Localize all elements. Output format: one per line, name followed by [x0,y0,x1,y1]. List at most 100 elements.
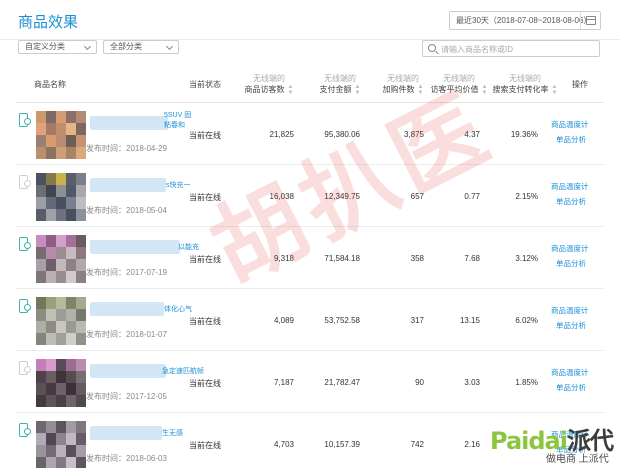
cart-value: 358 [410,254,424,263]
col-note: 无线端的 [324,74,356,83]
col-conversion[interactable]: 无线端的 搜索支付转化率 ▲ ▼ [492,74,558,96]
product-thumbnail[interactable] [36,359,86,407]
cart-value: 3,875 [403,130,424,139]
col-cart[interactable]: 无线端的 加购件数 ▲ ▼ [376,74,430,96]
col-avg-value[interactable]: 无线端的 访客平均价值 ▲ ▼ [426,74,492,96]
custom-category-value: 自定义分类 [25,42,65,51]
analysis-link[interactable]: 单品分析 [556,258,586,269]
payment-value: 95,380.06 [324,130,360,139]
col-note: 无线端的 [509,74,541,83]
all-category-value: 全部分类 [110,42,142,51]
search-input[interactable] [441,42,593,56]
product-title-redacted [90,116,168,130]
calendar-button[interactable] [580,12,600,29]
thermometer-link[interactable]: 商品温度计 [551,367,589,378]
filter-bar: 自定义分类 全部分类 [0,40,620,66]
product-thumbnail[interactable] [36,111,86,159]
thermometer-link[interactable]: 商品温度计 [551,119,589,130]
product-thumbnail[interactable] [36,235,86,283]
status-text: 当前在线 [189,379,221,388]
publish-date: 发布时间：2018-04-29 [86,144,167,153]
mobile-icon [19,113,31,127]
col-operations: 操作 [572,80,588,89]
status-text: 当前在线 [189,317,221,326]
conversion-value: 2.15% [515,192,538,201]
date-range-label: 最近30天（2018-07-08~2018-08-06） [456,16,592,25]
visitors-value: 21,825 [269,130,294,139]
publish-date: 发布时间：2017-12-05 [86,392,167,401]
analysis-link[interactable]: 单品分析 [556,444,586,455]
thermometer-link[interactable]: 商品温度计 [551,429,589,440]
table-row: 生无感 发布时间：2018-06-03 当前在线 4,703 10,157.39… [16,413,604,468]
table-header: 商品名称 当前状态 无线端的 商品访客数 ▲ ▼ 无线端的 支付金额 ▲ ▼ 无线端的 … [16,66,604,103]
visitors-value: 4,703 [273,440,294,449]
sort-icon: ▲ ▼ [481,84,488,96]
payment-value: 71,584.18 [324,254,360,263]
mobile-icon [19,423,31,437]
thermometer-link[interactable]: 商品温度计 [551,305,589,316]
product-title-redacted [90,178,166,192]
mobile-icon [19,361,31,375]
search-icon [428,44,436,52]
avg-value: 3.03 [464,378,480,387]
col-payment[interactable]: 无线端的 支付金额 ▲ ▼ [310,74,370,96]
date-range-picker[interactable]: 最近30天（2018-07-08~2018-08-06） [449,11,601,30]
cart-value: 742 [410,440,424,449]
custom-category-select[interactable]: 自定义分类 [18,40,97,54]
visitors-value: 4,089 [273,316,294,325]
product-title-redacted [90,426,162,440]
col-note: 无线端的 [443,74,475,83]
product-title-redacted [90,364,166,378]
cart-value: 657 [410,192,424,201]
avg-value: 0.77 [464,192,480,201]
conversion-value: 1.85% [515,378,538,387]
product-thumbnail[interactable] [36,173,86,221]
conversion-value: 19.36% [510,130,538,139]
visitors-value: 7,187 [273,378,294,387]
analysis-link[interactable]: 单品分析 [556,382,586,393]
analysis-link[interactable]: 单品分析 [556,320,586,331]
sort-icon: ▲ ▼ [551,84,558,96]
all-category-select[interactable]: 全部分类 [103,40,179,54]
publish-date: 发布时间：2018-05-04 [86,206,167,215]
product-title-link[interactable]: 体化心气 [164,305,192,315]
publish-date: 发布时间：2018-06-03 [86,454,167,463]
thermometer-link[interactable]: 商品温度计 [551,181,589,192]
conversion-value: 6.02% [515,316,538,325]
product-title-link[interactable]: 生无感 [162,429,183,439]
mobile-icon [19,299,31,313]
chevron-down-icon [165,42,174,51]
col-visitors[interactable]: 无线端的 商品访客数 ▲ ▼ [239,74,299,96]
page-header: 商品效果 最近30天（2018-07-08~2018-08-06） [0,0,620,40]
status-text: 当前在线 [189,255,221,264]
payment-value: 12,349.75 [324,192,360,201]
table-row: 急定速匹航帧 发布时间：2017-12-05 当前在线 7,187 21,782… [16,351,604,413]
mobile-icon [19,175,31,189]
status-text: 当前在线 [189,441,221,450]
calendar-icon [586,16,596,25]
avg-value: 13.15 [459,316,480,325]
table-row: 以能充 发布时间：2017-07-19 当前在线 9,318 71,584.18… [16,227,604,289]
cart-value: 90 [415,378,424,387]
analysis-link[interactable]: 单品分析 [556,134,586,145]
product-title-link[interactable]: 以能充 [178,243,199,253]
sort-icon: ▲ ▼ [417,84,424,96]
product-thumbnail[interactable] [36,297,86,345]
avg-value: 4.37 [464,130,480,139]
publish-date: 发布时间：2018-01-07 [86,330,167,339]
payment-value: 53,752.58 [324,316,360,325]
status-text: 当前在线 [189,193,221,202]
sort-icon: ▲ ▼ [287,84,294,96]
cart-value: 317 [410,316,424,325]
col-product-name: 商品名称 [34,80,66,89]
product-title-link[interactable]: 5SUV 固粘春和 [164,111,194,131]
thermometer-link[interactable]: 商品温度计 [551,243,589,254]
product-thumbnail[interactable] [36,421,86,468]
analysis-link[interactable]: 单品分析 [556,196,586,207]
product-title-link[interactable]: 急定速匹航帧 [162,367,204,377]
product-title-link[interactable]: s快充一 [166,181,191,191]
table-row: 5SUV 固粘春和 发布时间：2018-04-29 当前在线 21,825 95… [16,103,604,165]
payment-value: 10,157.39 [324,440,360,449]
col-cart-label: 加购件数 [382,85,415,95]
product-title-redacted [90,240,180,254]
